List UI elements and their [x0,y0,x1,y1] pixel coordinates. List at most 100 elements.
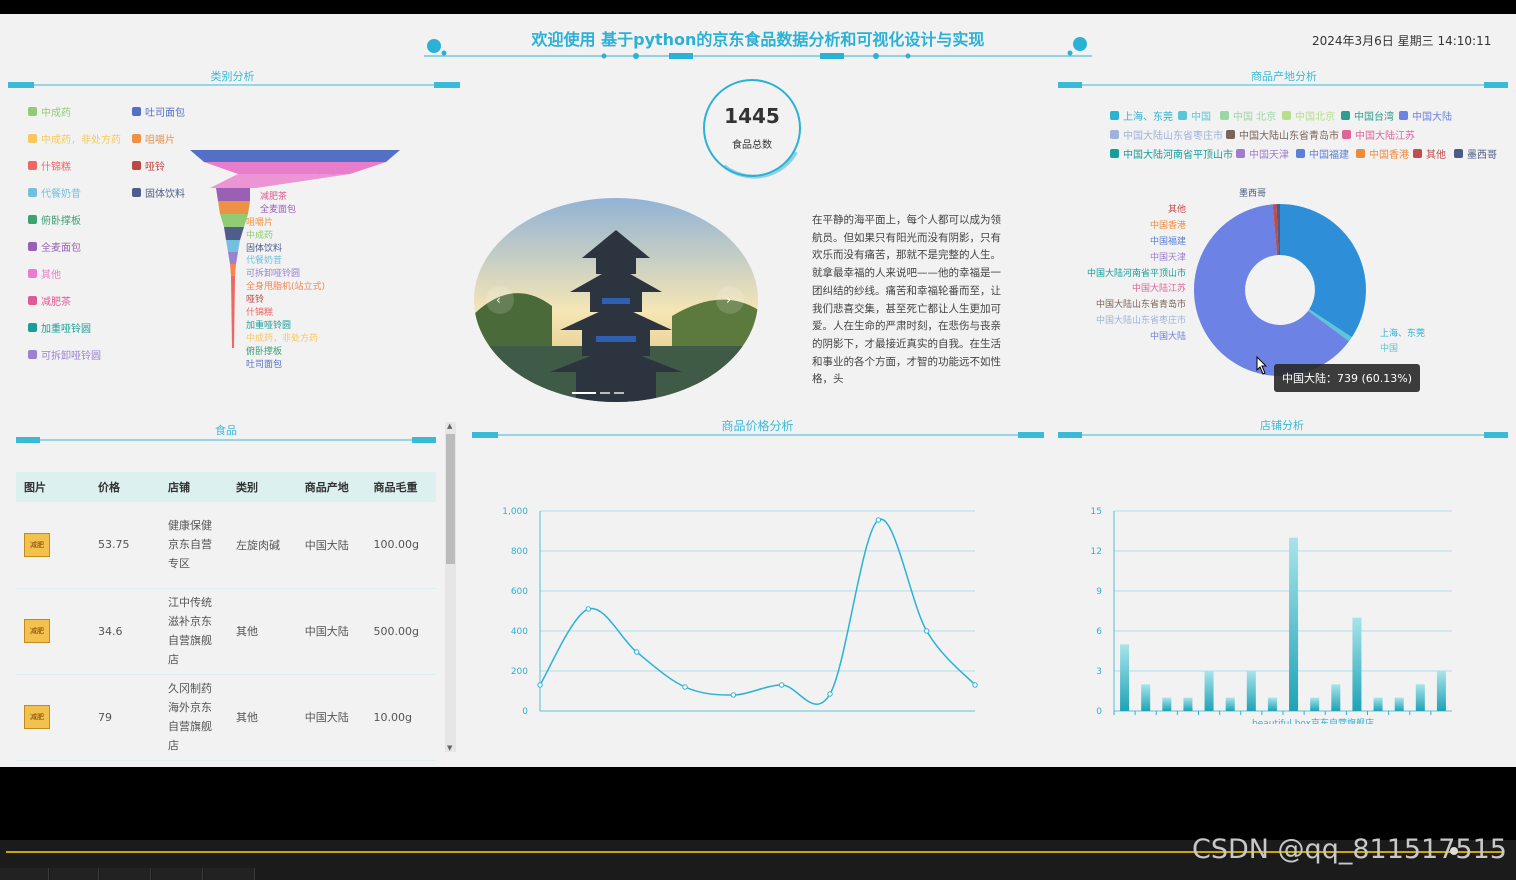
table-header-cell[interactable]: 价格 [90,472,160,502]
price-data-point[interactable] [923,628,930,634]
scroll-down-icon[interactable]: ▼ [447,744,452,752]
category-legend-item[interactable]: 固体饮料 [132,185,185,200]
funnel-segment-吐司面包 [190,150,400,162]
table-header-cell[interactable]: 类别 [228,472,297,502]
shop-bar[interactable] [1394,697,1404,711]
table-row[interactable]: 减肥 79 久冈制药海外京东自营旗舰店 其他 中国大陆 10.00g [16,674,436,760]
shop-bar[interactable] [1141,684,1151,711]
shop-bar[interactable] [1289,537,1299,711]
table-header-cell[interactable]: 商品毛重 [366,472,436,502]
origin-legend-item[interactable]: 墨西哥 [1454,146,1497,161]
category-legend-item[interactable]: 咀嚼片 [132,131,175,146]
shop-bar[interactable] [1373,697,1383,711]
origin-legend-item[interactable]: 中国香港 [1356,146,1409,161]
category-legend-item[interactable]: 俯卧撑板 [28,212,81,227]
price-data-point[interactable] [730,692,737,698]
category-panel-frame [8,82,460,88]
origin-legend-item[interactable]: 中国台湾 [1341,108,1394,123]
category-legend-item[interactable]: 中成药 [28,104,71,119]
category-legend-item[interactable]: 中成药，非处方药 [28,131,121,146]
origin-legend-item[interactable]: 中国大陆山东省青岛市 [1226,127,1339,142]
legend-swatch-icon [28,188,37,197]
legend-swatch-icon [1454,149,1463,158]
shop-bar[interactable] [1183,697,1193,711]
shop-bar[interactable] [1415,684,1425,711]
category-legend-item[interactable]: 全麦面包 [28,239,81,254]
price-data-point[interactable] [682,684,688,690]
funnel-label: 减肥茶 [260,191,288,202]
product-thumbnail[interactable]: 减肥 [24,619,50,643]
origin-legend-item[interactable]: 中国大陆江苏 [1342,127,1415,142]
shop-ytick-label: 3 [1096,667,1102,677]
legend-label: 中国大陆 [1412,112,1452,123]
shop-bar[interactable] [1436,671,1446,711]
origin-legend-item[interactable]: 中国 [1178,108,1211,123]
price-line-chart[interactable]: 0 200 400 600 800 1,000 [470,484,990,714]
price-data-point[interactable] [827,691,833,697]
shop-bar[interactable] [1267,697,1277,711]
food-table-container[interactable]: 图片 价格 店铺 类别 商品产地 商品毛重 减肥 53.75 健康保健京东自营专区 左旋肉碱 中国… [16,472,436,767]
shop-bar[interactable] [1310,697,1320,711]
table-header-cell[interactable]: 商品产地 [297,472,366,502]
food-table-scrollbar[interactable]: ▲ ▼ [445,422,456,752]
table-header-cell[interactable]: 店铺 [160,472,228,502]
origin-cell: 中国大陆 [304,711,349,724]
origin-legend-item[interactable]: 中国大陆 [1399,108,1452,123]
carousel-image[interactable]: ‹ › [472,196,760,406]
legend-swatch-icon [1236,149,1245,158]
legend-label: 中国台湾 [1354,112,1394,123]
food-table: 图片 价格 店铺 类别 商品产地 商品毛重 减肥 53.75 健康保健京东自营专区 左旋肉碱 中国… [16,472,436,761]
legend-label: 代餐奶昔 [41,189,81,200]
category-legend-item[interactable]: 可拆卸哑铃圆 [28,347,101,362]
shop-bar[interactable] [1352,617,1362,711]
scroll-up-icon[interactable]: ▲ [447,422,452,430]
origin-legend-item[interactable]: 中国 北京 [1220,108,1276,123]
shop-bar[interactable] [1331,684,1341,711]
category-legend-item[interactable]: 什锦糕 [28,158,71,173]
product-thumbnail[interactable]: 减肥 [24,705,50,729]
price-ytick-label: 400 [511,627,528,637]
donut-slice-上海东莞 [1280,204,1366,338]
origin-legend-item[interactable]: 中国北京 [1282,108,1335,123]
origin-label: 中国大陆 [1149,332,1186,342]
category-legend-item[interactable]: 加重哑铃圆 [28,320,91,335]
category-legend-item[interactable]: 其他 [28,266,61,281]
price-data-point[interactable] [972,682,978,688]
origin-donut-chart[interactable] [1180,190,1380,390]
legend-label: 固体饮料 [145,189,185,200]
legend-swatch-icon [28,242,37,251]
origin-legend-item[interactable]: 中国福建 [1296,146,1349,161]
price-data-point[interactable] [585,606,592,612]
price-data-point[interactable] [875,517,882,523]
product-thumbnail[interactable]: 减肥 [24,532,50,557]
shop-bar[interactable] [1204,671,1214,711]
legend-swatch-icon [28,350,37,359]
category-legend-item[interactable]: 吐司面包 [132,104,185,119]
shop-bar[interactable] [1120,644,1130,711]
category-cell: 其他 [236,711,258,724]
shop-bar[interactable] [1246,671,1256,711]
origin-legend-item[interactable]: 其他 [1413,146,1446,161]
table-row[interactable]: 减肥 34.6 江中传统滋补京东自营旗舰店 其他 中国大陆 500.00g [16,588,436,674]
page-title: 欢迎使用 基于python的京东食品数据分析和可视化设计与实现 [531,30,985,49]
category-legend-item[interactable]: 代餐奶昔 [28,185,81,200]
origin-legend-item[interactable]: 中国大陆河南省平顶山市 [1110,146,1233,161]
origin-label: 中国天津 [1149,253,1186,263]
category-legend-item[interactable]: 减肥茶 [28,293,71,308]
origin-legend-item[interactable]: 上海、东莞 [1110,108,1173,123]
price-data-point[interactable] [778,682,785,688]
origin-legend-item[interactable]: 中国天津 [1236,146,1289,161]
origin-legend-item[interactable]: 中国大陆山东省枣庄市 [1110,127,1223,142]
table-header-cell[interactable]: 图片 [16,472,90,502]
table-row[interactable]: 减肥 53.75 健康保健京东自营专区 左旋肉碱 中国大陆 100.00g [16,502,436,588]
scrollbar-thumb[interactable] [446,434,455,564]
legend-swatch-icon [1110,149,1119,158]
legend-label: 中国大陆山东省枣庄市 [1123,131,1223,142]
price-data-point[interactable] [633,649,640,655]
shop-bar-chart[interactable]: 0 3 6 9 12 15 beautiful box京东自营旗舰店 [1080,484,1470,724]
shop-bar[interactable] [1225,697,1235,711]
shop-bar[interactable] [1162,697,1172,711]
price-data-point[interactable] [537,682,543,688]
category-legend-item[interactable]: 哑铃 [132,158,165,173]
origin-tooltip: 中国大陆：739 (60.13%) [1274,364,1421,392]
